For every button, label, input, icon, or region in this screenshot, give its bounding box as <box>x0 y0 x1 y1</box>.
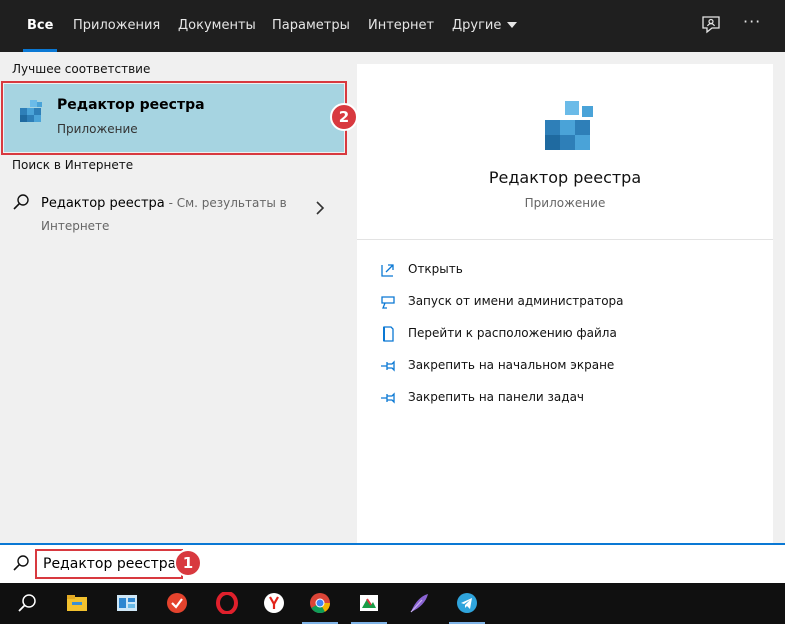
file-location-icon <box>380 326 396 342</box>
search-tabs-bar: Все Приложения Документы Параметры Интер… <box>0 0 785 52</box>
web-search-text: Редактор реестра - См. результаты в Инте… <box>41 192 311 238</box>
tab-label: Приложения <box>73 18 161 33</box>
detail-subtitle: Приложение <box>524 196 606 210</box>
tab-other[interactable]: Другие <box>452 0 518 52</box>
tab-apps[interactable]: Приложения <box>73 0 160 52</box>
best-match-label: Лучшее соответствие <box>12 62 151 76</box>
action-open[interactable]: Открыть <box>380 260 760 282</box>
feedback-icon[interactable] <box>700 14 722 36</box>
search-box: Редактор реестра <box>0 543 785 583</box>
action-pin-to-taskbar[interactable]: Закрепить на панели задач <box>380 388 760 410</box>
tab-label: Документы <box>178 18 256 33</box>
divider <box>357 239 773 240</box>
chevron-right-icon[interactable] <box>314 200 326 216</box>
telegram-icon[interactable] <box>443 583 491 624</box>
action-pin-to-start[interactable]: Закрепить на начальном экране <box>380 356 760 378</box>
todoist-icon[interactable] <box>153 583 201 624</box>
tab-label: Параметры <box>272 18 350 33</box>
opera-icon[interactable] <box>203 583 251 624</box>
tab-label: Все <box>27 18 54 33</box>
best-match-subtitle: Приложение <box>57 122 138 136</box>
shield-icon <box>380 294 396 310</box>
feather-app-icon[interactable] <box>395 583 443 624</box>
action-label: Закрепить на начальном экране <box>408 358 615 372</box>
pin-icon <box>380 358 396 374</box>
mail-app-icon[interactable] <box>345 583 393 624</box>
taskbar <box>0 583 785 624</box>
tab-label: Интернет <box>368 18 435 33</box>
open-icon <box>380 262 396 278</box>
best-match-title: Редактор реестра <box>57 97 205 113</box>
registry-editor-icon <box>18 98 44 126</box>
action-run-as-admin[interactable]: Запуск от имени администратора <box>380 292 760 314</box>
tab-internet[interactable]: Интернет <box>368 0 434 52</box>
action-open-file-location[interactable]: Перейти к расположению файла <box>380 324 760 346</box>
tab-documents[interactable]: Документы <box>178 0 256 52</box>
action-label: Перейти к расположению файла <box>408 326 617 340</box>
search-input[interactable]: Редактор реестра <box>35 549 183 579</box>
registry-editor-large-icon <box>541 98 597 158</box>
search-icon <box>12 193 30 211</box>
chrome-icon[interactable] <box>296 583 344 624</box>
web-search-result[interactable]: Редактор реестра - См. результаты в Инте… <box>0 184 357 236</box>
action-label: Закрепить на панели задач <box>408 390 585 404</box>
web-query: Редактор реестра <box>41 196 165 211</box>
tab-label: Другие <box>452 18 502 33</box>
search-icon <box>12 554 30 572</box>
file-explorer-icon[interactable] <box>53 583 101 624</box>
more-options-icon[interactable]: ··· <box>743 12 765 34</box>
step-badge-2: 2 <box>330 103 358 131</box>
detail-title: Редактор реестра <box>488 168 642 187</box>
action-label: Запуск от имени администратора <box>408 294 624 308</box>
chevron-down-icon <box>507 22 518 28</box>
yandex-browser-icon[interactable] <box>250 583 298 624</box>
pin-icon <box>380 390 396 406</box>
web-search-label: Поиск в Интернете <box>12 158 134 172</box>
action-label: Открыть <box>408 262 463 276</box>
tab-settings[interactable]: Параметры <box>272 0 350 52</box>
best-match-result[interactable]: Редактор реестра Приложение <box>1 81 347 155</box>
step-badge-1: 1 <box>174 549 202 577</box>
tab-all[interactable]: Все <box>12 0 69 52</box>
control-panel-icon[interactable] <box>103 583 151 624</box>
taskbar-search-icon[interactable] <box>3 583 51 624</box>
